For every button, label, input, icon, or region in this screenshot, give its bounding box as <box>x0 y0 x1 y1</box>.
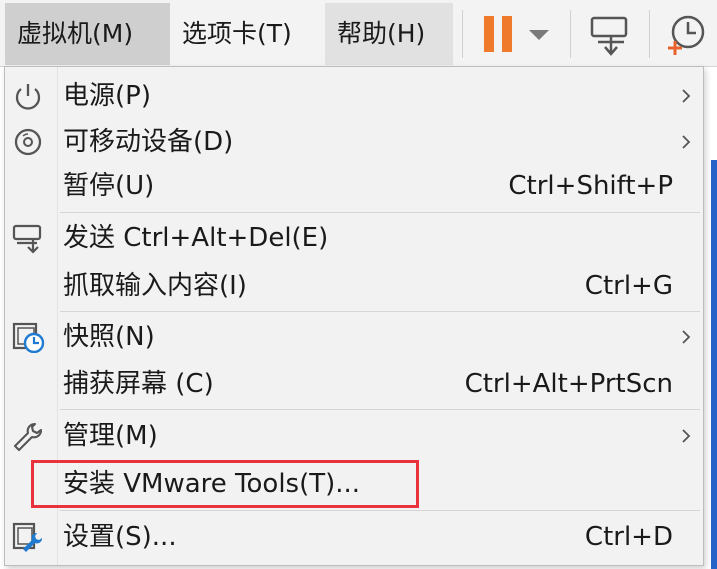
menu-item-label: 设置(S)... <box>63 522 177 552</box>
menu-separator <box>60 409 700 410</box>
toolbar-separator <box>462 10 463 58</box>
chevron-down-icon <box>529 30 549 40</box>
vm-window-edge <box>711 160 717 569</box>
snapshot-button[interactable] <box>656 6 714 62</box>
snapshot-clock-icon <box>668 15 705 55</box>
menu-item-shortcut: Ctrl+G <box>584 271 673 301</box>
send-keys-icon <box>12 224 42 254</box>
chevron-right-icon <box>682 89 691 103</box>
menu-item-pause[interactable]: 暂停(U) Ctrl+Shift+P <box>5 163 703 209</box>
pause-icon <box>484 16 549 52</box>
menu-item-label: 暂停(U) <box>63 171 155 201</box>
toolbar-separator <box>649 10 650 58</box>
menu-item-shortcut: Ctrl+Alt+PrtScn <box>464 369 673 399</box>
menu-item-shortcut: Ctrl+D <box>584 522 673 552</box>
menu-separator <box>60 212 700 213</box>
menu-item-manage[interactable]: 管理(M) <box>5 413 703 459</box>
settings-icon <box>12 522 43 552</box>
menu-item-snapshot[interactable]: 快照(N) <box>5 314 703 360</box>
chevron-right-icon <box>682 330 691 344</box>
menu-item-label: 电源(P) <box>63 81 151 111</box>
chevron-right-icon <box>682 429 691 443</box>
menu-item-grab-input[interactable]: 抓取输入内容(I) Ctrl+G <box>5 263 703 309</box>
menu-tabs[interactable]: 选项卡(T) <box>170 3 320 65</box>
menu-item-label: 捕获屏幕 (C) <box>63 369 214 399</box>
menu-separator <box>60 311 700 312</box>
menu-item-label: 管理(M) <box>63 421 158 451</box>
send-ctrl-alt-del-icon <box>590 16 628 56</box>
menu-item-removable-devices[interactable]: 可移动设备(D) <box>5 119 703 165</box>
removable-device-icon <box>14 128 42 156</box>
chevron-right-icon <box>682 135 691 149</box>
snapshot-icon <box>12 322 45 353</box>
menu-item-shortcut: Ctrl+Shift+P <box>508 171 673 201</box>
menu-item-label: 快照(N) <box>63 322 155 352</box>
menu-item-power[interactable]: 电源(P) <box>5 73 703 119</box>
menu-item-label: 抓取输入内容(I) <box>63 271 247 301</box>
red-highlight-box <box>31 460 419 508</box>
menubar: 虚拟机(M) 选项卡(T) 帮助(H) <box>0 0 717 67</box>
menu-vm[interactable]: 虚拟机(M) <box>5 3 170 65</box>
send-ctrl-alt-del-button[interactable] <box>578 6 642 62</box>
menu-item-label: 发送 Ctrl+Alt+Del(E) <box>63 223 329 253</box>
menu-item-label: 可移动设备(D) <box>63 127 234 157</box>
menu-item-send-ctrl-alt-del[interactable]: 发送 Ctrl+Alt+Del(E) <box>5 215 703 261</box>
menu-item-settings[interactable]: 设置(S)... Ctrl+D <box>5 514 703 560</box>
power-icon <box>15 84 41 110</box>
menu-separator <box>60 510 700 511</box>
toolbar-separator <box>570 10 571 58</box>
wrench-icon <box>13 422 43 452</box>
menu-help[interactable]: 帮助(H) <box>325 3 453 65</box>
vm-dropdown-menu: 电源(P) 可移动设备(D) 暂停(U) Ctrl+Shift+P 发送 Ctr… <box>4 66 704 566</box>
pause-button[interactable] <box>472 6 564 62</box>
menu-item-capture-screen[interactable]: 捕获屏幕 (C) Ctrl+Alt+PrtScn <box>5 361 703 407</box>
